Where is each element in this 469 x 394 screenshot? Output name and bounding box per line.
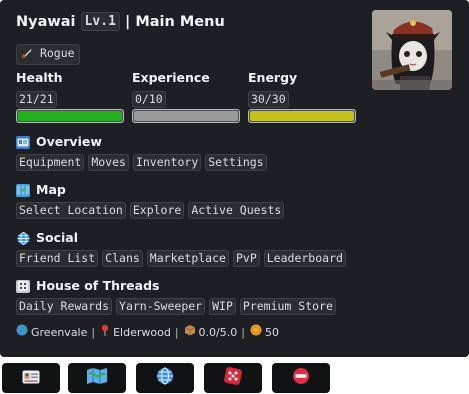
role-tag: Rogue (16, 44, 80, 65)
house-of-threads-button[interactable] (204, 363, 262, 393)
health-stat: Health 21/21 (16, 70, 124, 123)
region-name: Greenvale (31, 325, 88, 339)
close-button[interactable] (272, 363, 330, 393)
wip-chip: WIP (209, 298, 236, 315)
yarn-sweeper-chip: Yarn-Sweeper (116, 298, 206, 315)
level-badge: Lv.1 (80, 12, 120, 31)
globe-icon (16, 231, 30, 245)
leaderboard-chip: Leaderboard (263, 250, 346, 267)
daily-rewards-chip: Daily Rewards (16, 298, 113, 315)
status-footer: Greenvale | Elderwood | 0.0/5.0 | 50 (16, 324, 279, 341)
section-social: Social Friend List Clans Marketplace PvP… (16, 230, 346, 267)
footer-separator: | (174, 325, 179, 339)
title-separator: | (124, 14, 131, 30)
overview-button[interactable] (2, 363, 60, 393)
settings-chip: Settings (205, 154, 267, 171)
earth-globe-icon (16, 324, 28, 341)
pin-icon (100, 324, 110, 341)
section-title: Map (36, 182, 66, 197)
energy-bar (248, 109, 356, 123)
footer-separator: | (91, 325, 96, 339)
coins-value: 50 (264, 325, 279, 339)
coin-icon (250, 324, 262, 341)
section-house-of-threads: House of Threads Daily Rewards Yarn-Swee… (16, 278, 336, 315)
weight-value: 0.0/5.0 (198, 325, 238, 339)
section-title: House of Threads (36, 278, 160, 293)
role-badge: Rogue (16, 42, 80, 65)
health-bar (16, 109, 124, 123)
equipment-chip: Equipment (16, 154, 85, 171)
experience-label: Experience (132, 70, 210, 85)
globe-icon (156, 367, 174, 389)
section-overview: Overview Equipment Moves Inventory Setti… (16, 134, 267, 171)
energy-stat: Energy 30/30 (248, 70, 356, 123)
section-map: Map Select Location Explore Active Quest… (16, 182, 285, 219)
energy-value: 30/30 (248, 91, 289, 108)
clans-chip: Clans (102, 250, 143, 267)
experience-value: 0/10 (132, 91, 166, 108)
select-location-chip: Select Location (16, 202, 126, 219)
energy-bar-fill (250, 111, 354, 121)
dagger-icon (21, 47, 33, 63)
map-button[interactable] (68, 363, 126, 393)
map-icon (87, 368, 107, 388)
page-title: Nyawai Lv.1 | Main Menu (16, 12, 225, 32)
dice-icon (224, 367, 242, 389)
location-name: Elderwood (113, 325, 171, 339)
inventory-chip: Inventory (132, 154, 202, 171)
pvp-chip: PvP (232, 250, 260, 267)
moves-chip: Moves (88, 154, 129, 171)
experience-bar (132, 109, 240, 123)
health-bar-fill (18, 111, 122, 121)
footer-separator: | (241, 325, 245, 339)
health-label: Health (16, 70, 63, 85)
player-name: Nyawai (16, 14, 76, 30)
menu-title: Main Menu (135, 14, 225, 30)
id-card-icon (16, 135, 30, 149)
id-card-icon (22, 369, 40, 388)
experience-bar-fill (134, 111, 238, 121)
energy-label: Energy (248, 70, 298, 85)
marketplace-chip: Marketplace (146, 250, 229, 267)
dice-icon (16, 279, 30, 293)
role-label: Rogue (39, 46, 75, 60)
box-icon (184, 324, 196, 341)
experience-stat: Experience 0/10 (132, 70, 240, 123)
friend-list-chip: Friend List (16, 250, 99, 267)
map-icon (16, 183, 30, 197)
section-title: Social (36, 230, 79, 245)
social-button[interactable] (136, 363, 194, 393)
active-quests-chip: Active Quests (188, 202, 285, 219)
avatar (372, 10, 452, 90)
menu-embed: Nyawai Lv.1 | Main Menu Rogue Health 21/… (0, 0, 469, 357)
explore-chip: Explore (129, 202, 185, 219)
no-entry-icon (292, 367, 310, 389)
health-value: 21/21 (16, 91, 57, 108)
section-title: Overview (36, 134, 102, 149)
premium-store-chip: Premium Store (239, 298, 336, 315)
